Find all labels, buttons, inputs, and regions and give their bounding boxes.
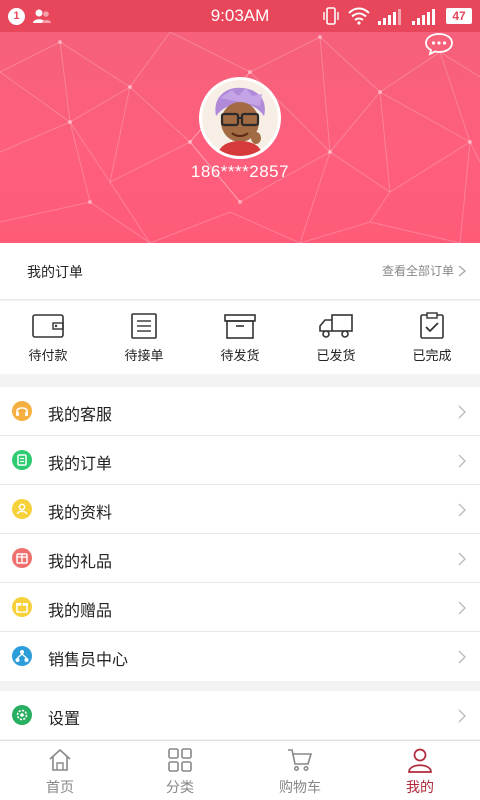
bottom-tab-bar: 首页 分类 购物车 我的: [0, 740, 480, 800]
tab-category[interactable]: 分类: [120, 741, 240, 800]
user-phone: 186****2857: [190, 162, 290, 181]
menu-item-sales-center[interactable]: 销售员中心: [0, 632, 480, 681]
chevron-right-icon: [458, 552, 466, 566]
box-icon: [224, 314, 256, 339]
order-status-label: 待接单: [124, 349, 164, 364]
vibrate-icon: [323, 7, 339, 25]
menu-item-my-gifts[interactable]: 我的礼品: [0, 534, 480, 583]
signal-icon-1: [378, 9, 401, 25]
status-bar: 1 9:03AM 47: [0, 0, 480, 32]
menu-item-label: 我的礼品: [48, 552, 113, 571]
present-icon: [12, 597, 32, 617]
menu-item-my-orders[interactable]: 我的订单: [0, 436, 480, 485]
battery-indicator: 47: [446, 8, 472, 24]
chevron-right-icon: [458, 503, 466, 517]
tab-mine[interactable]: 我的: [360, 741, 480, 800]
menu-item-customer-service[interactable]: 我的客服: [0, 387, 480, 436]
clipboard-check-icon: [420, 312, 444, 339]
order-status-unpaid[interactable]: 待付款: [0, 301, 96, 374]
menu-item-label: 我的订单: [48, 454, 113, 473]
chevron-right-icon: [458, 454, 466, 468]
menu-item-label: 我的资料: [48, 503, 113, 522]
profile-icon: [12, 499, 32, 519]
order-status-shipped[interactable]: 已发货: [288, 301, 384, 374]
order-status-label: 已发货: [316, 349, 356, 364]
menu-item-my-profile[interactable]: 我的资料: [0, 485, 480, 534]
signal-icon-2: [412, 9, 435, 25]
menu-item-label: 我的赠品: [48, 601, 113, 620]
order-icon: [12, 450, 32, 470]
profile-header: 186****2857: [0, 32, 480, 243]
gear-icon: [12, 705, 32, 725]
chevron-right-icon: [458, 405, 466, 419]
tab-label: 分类: [166, 780, 194, 796]
gift-icon: [12, 548, 32, 568]
orders-section-header: 我的订单 查看全部订单: [0, 243, 480, 300]
orders-title: 我的订单: [27, 265, 83, 281]
grid-icon: [168, 748, 192, 772]
chevron-right-icon: [458, 601, 466, 615]
list-icon: [131, 313, 157, 339]
cart-icon: [288, 749, 313, 772]
network-icon: [12, 646, 32, 666]
order-status-completed[interactable]: 已完成: [384, 301, 480, 374]
menu-item-label: 销售员中心: [48, 650, 129, 669]
tab-label: 首页: [46, 780, 74, 796]
chevron-right-icon: [458, 264, 466, 277]
wifi-icon: [348, 7, 370, 25]
person-icon: [408, 748, 432, 773]
order-status-pending-ship[interactable]: 待发货: [192, 301, 288, 374]
order-status-label: 待付款: [28, 349, 68, 364]
order-status-label: 已完成: [412, 349, 452, 364]
view-all-orders-label: 查看全部订单: [381, 264, 454, 278]
wallet-icon: [32, 314, 64, 338]
home-icon: [49, 748, 71, 771]
order-status-label: 待发货: [220, 349, 260, 364]
order-status-bar: 待付款 待接单 待发货 已发货 已完成: [0, 301, 480, 374]
tab-home[interactable]: 首页: [0, 741, 120, 800]
headset-icon: [12, 401, 32, 421]
message-icon[interactable]: [424, 32, 454, 56]
view-all-orders-link[interactable]: 查看全部订单: [382, 262, 466, 279]
account-menu: 我的客服 我的订单 我的资料 我的礼品 我的赠品 销售员中心: [0, 387, 480, 681]
tab-label: 我的: [406, 780, 434, 796]
chevron-right-icon: [458, 650, 466, 664]
avatar-illustration: [202, 80, 278, 156]
menu-item-label: 我的客服: [48, 405, 113, 424]
truck-icon: [319, 314, 353, 338]
menu-item-settings[interactable]: 设置: [0, 691, 480, 739]
tab-cart[interactable]: 购物车: [240, 741, 360, 800]
menu-item-my-freebies[interactable]: 我的赠品: [0, 583, 480, 632]
tab-label: 购物车: [279, 780, 321, 796]
chevron-right-icon: [458, 709, 466, 723]
order-status-pending-accept[interactable]: 待接单: [96, 301, 192, 374]
avatar[interactable]: [199, 77, 281, 159]
settings-label: 设置: [48, 709, 81, 728]
